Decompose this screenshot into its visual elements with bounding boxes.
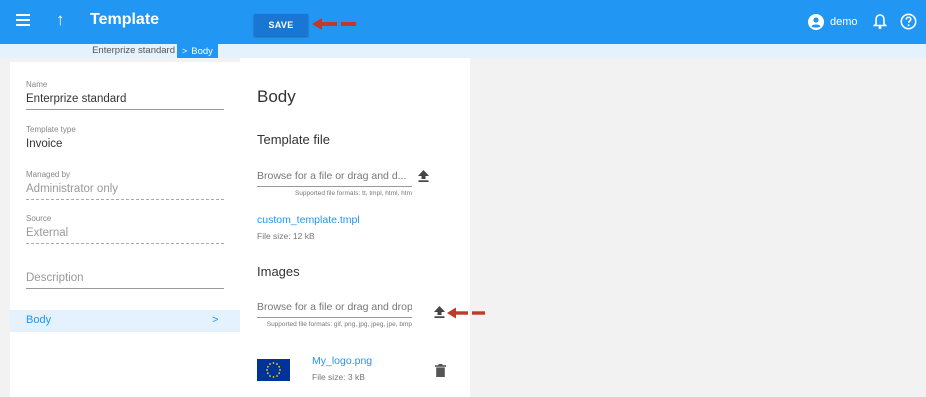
nav-item-label: Body xyxy=(26,314,52,326)
template-file-title: Template file xyxy=(257,132,330,147)
chevron-right-icon: > xyxy=(212,314,219,326)
description-input[interactable]: Description xyxy=(26,272,224,289)
images-upload[interactable]: Browse for a file or drag and drop ... S… xyxy=(257,301,412,329)
bell-icon[interactable] xyxy=(873,13,887,30)
arrow-up-icon[interactable]: ↑ xyxy=(56,10,65,30)
upload-icon[interactable] xyxy=(418,170,429,182)
help-icon[interactable] xyxy=(900,13,917,30)
image-file-size: File size: 3 kB xyxy=(312,372,365,382)
breadcrumb-item[interactable]: Enterprize standard xyxy=(92,45,175,56)
template-file-upload[interactable]: Browse for a file or drag and d... Suppo… xyxy=(257,170,412,198)
breadcrumb-current[interactable]: > Body xyxy=(177,44,218,58)
body-panel: Body Template file Browse for a file or … xyxy=(240,58,485,397)
breadcrumb: Enterprize standard > Body xyxy=(0,44,926,58)
name-field[interactable]: Name Enterprize standard xyxy=(26,80,224,110)
description-field[interactable]: Description xyxy=(26,268,224,289)
template-type-value: Invoice xyxy=(26,138,63,150)
trash-icon[interactable] xyxy=(435,364,446,377)
user-menu[interactable]: demo xyxy=(808,14,858,30)
image-file-link[interactable]: My_logo.png xyxy=(312,355,372,367)
field-label: Managed by xyxy=(26,170,71,179)
field-label: Template type xyxy=(26,125,76,134)
source-field: Source External xyxy=(26,214,224,244)
save-button[interactable]: SAVE xyxy=(254,14,308,36)
images-hint: Supported file formats: gif, png, jpg, j… xyxy=(266,321,412,328)
annotation-arrow-icon xyxy=(447,307,485,319)
template-file-link[interactable]: custom_template.tmpl xyxy=(257,214,360,226)
chevron-right-icon: > xyxy=(182,46,188,56)
images-title: Images xyxy=(257,264,300,279)
user-icon xyxy=(808,14,824,30)
template-file-browse-input[interactable]: Browse for a file or drag and d... xyxy=(257,170,412,187)
upload-icon[interactable] xyxy=(434,306,445,318)
user-name: demo xyxy=(830,16,858,28)
menu-icon[interactable] xyxy=(16,14,30,26)
field-label: Name xyxy=(26,80,48,89)
template-file-size: File size: 12 kB xyxy=(257,231,315,241)
template-type-field: Template type Invoice xyxy=(26,125,224,154)
source-value: External xyxy=(26,227,224,244)
nav-item-body[interactable]: Body > xyxy=(10,310,240,332)
breadcrumb-current-label: Body xyxy=(191,45,213,57)
top-bar: ↑ Template SAVE demo xyxy=(0,0,926,44)
left-panel: Name Enterprize standard Template type I… xyxy=(10,62,240,397)
managed-by-field: Managed by Administrator only xyxy=(26,170,224,200)
name-input[interactable]: Enterprize standard xyxy=(26,93,224,110)
page-title: Template xyxy=(90,11,160,28)
eu-flag-thumbnail xyxy=(257,359,290,381)
field-label: Source xyxy=(26,214,52,223)
template-file-hint: Supported file formats: tt, tmpl, html, … xyxy=(294,190,412,197)
managed-by-value: Administrator only xyxy=(26,183,224,200)
annotation-arrow-icon xyxy=(312,18,356,30)
images-browse-input[interactable]: Browse for a file or drag and drop ... xyxy=(257,301,412,318)
panel-title: Body xyxy=(257,87,296,106)
